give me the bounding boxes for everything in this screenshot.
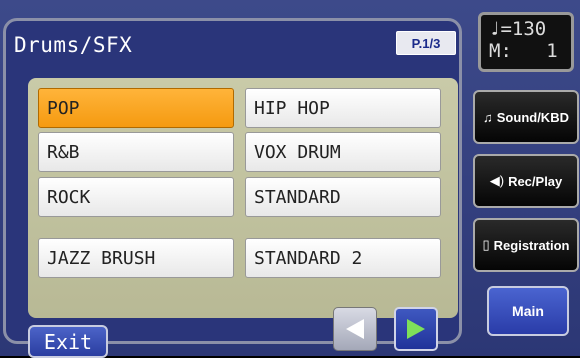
item-standard[interactable]: STANDARD xyxy=(245,177,441,217)
measure-value: M: 1 xyxy=(489,40,558,62)
sound-kbd-label: Sound/KBD xyxy=(496,109,569,125)
rec-play-label: Rec/Play xyxy=(508,173,563,189)
drums-sfx-panel: Drums/SFX P.1/3 POP HIP HOP R&B VOX DRUM… xyxy=(3,18,462,358)
registration-button[interactable]: ▯ Registration xyxy=(473,218,579,272)
rec-play-button[interactable]: ◀) Rec/Play xyxy=(473,154,579,208)
main-button[interactable]: Main xyxy=(487,286,569,336)
item-hip-hop[interactable]: HIP HOP xyxy=(245,88,441,128)
panel-title: Drums/SFX xyxy=(14,33,133,57)
next-page-button[interactable] xyxy=(394,307,438,351)
item-pop[interactable]: POP xyxy=(38,88,234,128)
arrow-right-icon xyxy=(407,319,425,339)
sound-kbd-button[interactable]: ♫ Sound/KBD xyxy=(473,90,579,144)
registration-label: Registration xyxy=(493,237,570,253)
prev-page-button[interactable] xyxy=(333,307,377,351)
screen: Drums/SFX P.1/3 POP HIP HOP R&B VOX DRUM… xyxy=(0,0,580,358)
music-note-icon: ♫ xyxy=(483,109,493,125)
arrow-left-icon xyxy=(346,319,364,339)
exit-button[interactable]: Exit xyxy=(28,325,108,358)
tempo-display: ♩=130 M: 1 xyxy=(478,12,574,72)
item-rnb[interactable]: R&B xyxy=(38,132,234,172)
speaker-icon: ◀) xyxy=(489,173,505,188)
book-icon: ▯ xyxy=(482,237,490,252)
item-jazz-brush[interactable]: JAZZ BRUSH xyxy=(38,238,234,278)
item-vox-drum[interactable]: VOX DRUM xyxy=(245,132,441,172)
page-indicator: P.1/3 xyxy=(396,31,456,55)
item-standard-2[interactable]: STANDARD 2 xyxy=(245,238,441,278)
tempo-value: ♩=130 xyxy=(489,18,547,40)
item-rock[interactable]: ROCK xyxy=(38,177,234,217)
